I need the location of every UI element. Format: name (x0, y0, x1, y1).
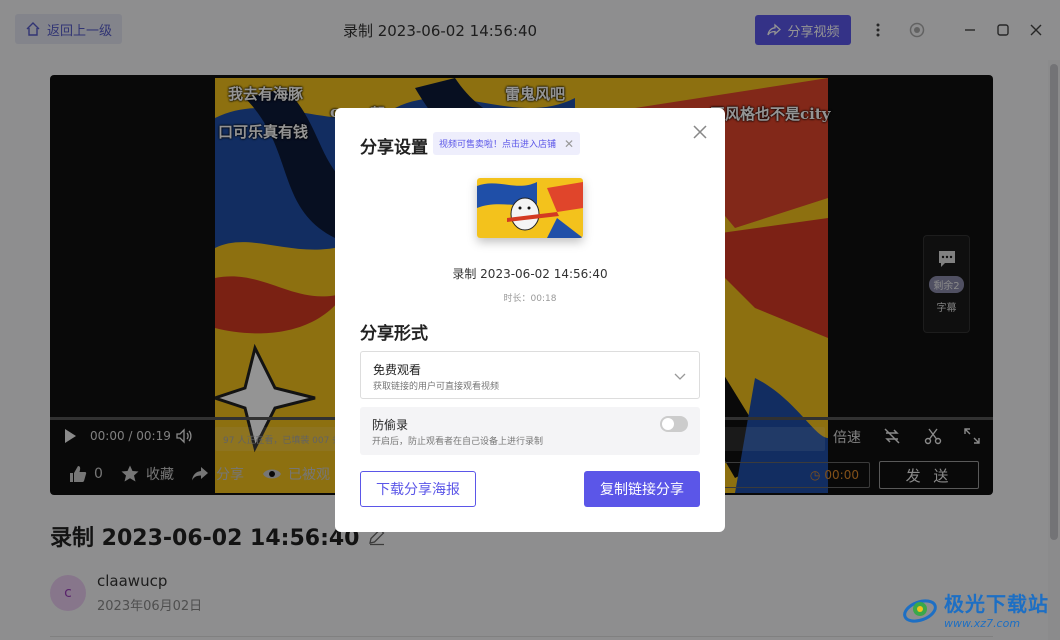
share-video-name: 录制 2023-06-02 14:56:40 (452, 267, 608, 281)
promo-text: 视频可售卖啦！点击进入店铺 (439, 140, 557, 150)
anti-record-toggle[interactable] (660, 416, 688, 432)
anti-record-description: 开启后，防止观看者在自己设备上进行录制 (372, 437, 544, 447)
share-mode-value: 免费观看 (373, 363, 422, 377)
site-watermark: 极光下载站 www.xz7.com (900, 588, 1049, 630)
video-thumbnail (477, 178, 583, 238)
watermark-name: 极光下载站 (944, 592, 1049, 616)
share-form-title: 分享形式 (360, 324, 428, 344)
watermark-url: www.xz7.com (944, 617, 1021, 630)
anti-record-label: 防偷录 (372, 418, 409, 432)
chevron-down-icon (674, 373, 686, 380)
share-settings-dialog: 分享设置 视频可售卖啦！点击进入店铺 ✕ 录制 2023-06-02 14:56… (335, 108, 725, 532)
dialog-title: 分享设置 (360, 138, 428, 158)
copy-link-button[interactable]: 复制链接分享 (584, 471, 700, 507)
share-mode-description: 获取链接的用户可直接观看视频 (373, 382, 500, 392)
share-video-duration: 时长：00:18 (503, 294, 557, 304)
watermark-logo (903, 599, 937, 623)
anti-record-option: 防偷录 开启后，防止观看者在自己设备上进行录制 (360, 407, 700, 455)
download-poster-button[interactable]: 下载分享海报 (360, 471, 476, 507)
promo-close-icon[interactable]: ✕ (564, 137, 574, 151)
toggle-knob (662, 418, 674, 430)
close-icon[interactable] (691, 123, 709, 141)
share-mode-select[interactable]: 免费观看 获取链接的用户可直接观看视频 (360, 351, 700, 399)
promo-banner[interactable]: 视频可售卖啦！点击进入店铺 ✕ (433, 132, 581, 155)
